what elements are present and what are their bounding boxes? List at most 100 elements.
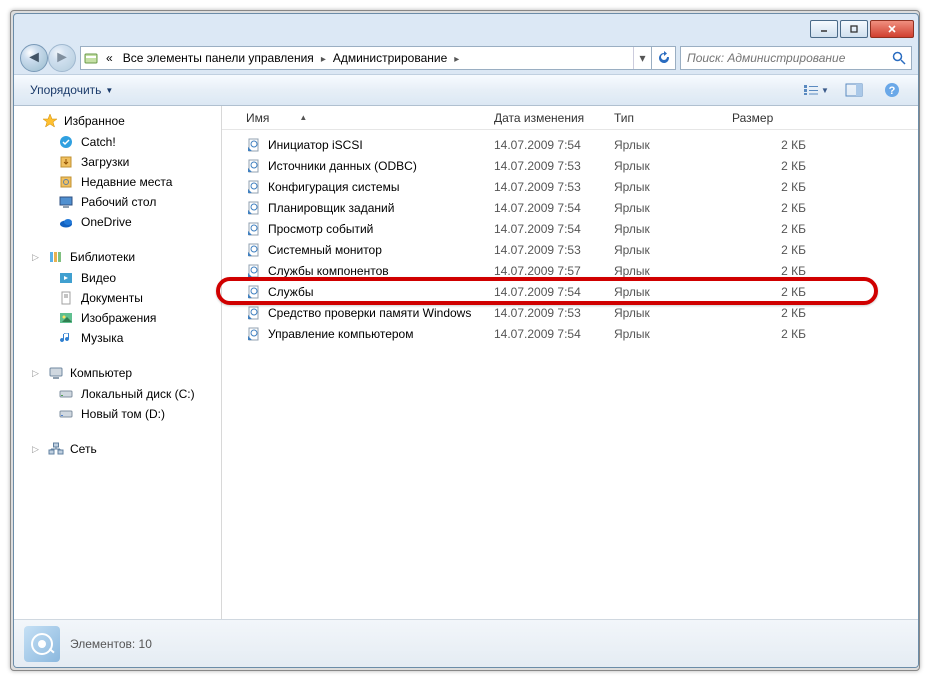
computer-icon [48,365,64,381]
breadcrumb-separator-icon [452,51,461,65]
preview-pane-button[interactable] [836,78,872,102]
sidebar-item-libraries-3[interactable]: Музыка [14,328,221,348]
column-size[interactable]: Размер [724,108,814,128]
star-icon [42,113,58,129]
file-size: 2 КБ [724,201,814,215]
sidebar-group-network[interactable]: ▷ Сеть [14,438,221,460]
sidebar-item-computer-0[interactable]: Локальный диск (C:) [14,384,221,404]
toolbar: Упорядочить ▼ ▼ ? [14,74,918,106]
navigation-row: ◄ ► « Все элементы панели управления Адм… [14,42,918,74]
sidebar-computer-label: Компьютер [70,366,132,380]
file-date: 14.07.2009 7:57 [486,264,606,278]
navigation-pane: Избранное Catch! Загрузки Недавние места Ра… [14,106,222,619]
file-date: 14.07.2009 7:54 [486,201,606,215]
file-type: Ярлык [606,285,724,299]
file-type: Ярлык [606,201,724,215]
sidebar-item-label: Видео [81,271,116,285]
sidebar-group-favorites[interactable]: Избранное [14,110,221,132]
file-name: Службы [268,285,313,299]
file-date: 14.07.2009 7:53 [486,306,606,320]
status-bar: Элементов: 10 [14,619,918,667]
file-list: Инициатор iSCSI14.07.2009 7:54Ярлык2 КБИ… [222,130,918,619]
file-name: Планировщик заданий [268,201,394,215]
column-type[interactable]: Тип [606,108,724,128]
sidebar-item-label: Рабочий стол [81,195,156,209]
file-size: 2 КБ [724,285,814,299]
file-row[interactable]: Службы компонентов14.07.2009 7:57Ярлык2 … [238,260,918,281]
recent-icon [58,174,74,190]
sidebar-item-favorites-4[interactable]: OneDrive [14,212,221,232]
file-size: 2 КБ [724,327,814,341]
sidebar-item-label: Catch! [81,135,116,149]
shortcut-icon [246,326,262,342]
nav-back-button[interactable]: ◄ [20,44,48,72]
view-options-button[interactable]: ▼ [798,78,834,102]
file-row[interactable]: Системный монитор14.07.2009 7:53Ярлык2 К… [238,239,918,260]
breadcrumb-parent[interactable]: Все элементы панели управления [118,47,319,69]
svg-text:?: ? [889,85,896,97]
desktop-icon [58,194,74,210]
expander-icon: ▷ [32,368,42,379]
file-size: 2 КБ [724,180,814,194]
organize-label: Упорядочить [30,83,101,97]
address-bar[interactable]: « Все элементы панели управления Админис… [80,46,676,70]
pictures-icon [58,310,74,326]
downloads-icon [58,154,74,170]
file-row[interactable]: Источники данных (ODBC)14.07.2009 7:53Яр… [238,155,918,176]
close-button[interactable] [870,20,914,38]
file-type: Ярлык [606,243,724,257]
file-type: Ярлык [606,180,724,194]
sidebar-item-favorites-0[interactable]: Catch! [14,132,221,152]
search-icon[interactable] [887,50,911,66]
address-dropdown-button[interactable]: ▾ [633,47,651,69]
sidebar-item-libraries-1[interactable]: Документы [14,288,221,308]
sidebar-network-label: Сеть [70,442,97,456]
minimize-button[interactable] [810,20,838,38]
sidebar-item-favorites-1[interactable]: Загрузки [14,152,221,172]
file-row[interactable]: Управление компьютером14.07.2009 7:54Ярл… [238,323,918,344]
sidebar-item-favorites-3[interactable]: Рабочий стол [14,192,221,212]
sidebar-item-label: Загрузки [81,155,129,169]
file-row[interactable]: Инициатор iSCSI14.07.2009 7:54Ярлык2 КБ [238,134,918,155]
sidebar-item-libraries-0[interactable]: Видео [14,268,221,288]
sidebar-item-label: Недавние места [81,175,172,189]
help-button[interactable]: ? [874,78,910,102]
sidebar-item-libraries-2[interactable]: Изображения [14,308,221,328]
file-date: 14.07.2009 7:53 [486,180,606,194]
breadcrumb-prefix[interactable]: « [101,47,118,69]
refresh-button[interactable] [651,47,675,69]
file-date: 14.07.2009 7:54 [486,285,606,299]
expander-icon: ▷ [32,444,42,455]
search-box[interactable] [680,46,912,70]
sidebar-item-computer-1[interactable]: Новый том (D:) [14,404,221,424]
file-row[interactable]: Конфигурация системы14.07.2009 7:53Ярлык… [238,176,918,197]
sidebar-group-libraries[interactable]: ▷ Библиотеки [14,246,221,268]
drive-d-icon [58,406,74,422]
sidebar-group-computer[interactable]: ▷ Компьютер [14,362,221,384]
file-size: 2 КБ [724,222,814,236]
organize-button[interactable]: Упорядочить ▼ [22,79,121,101]
breadcrumb-current[interactable]: Администрирование [328,47,452,69]
file-row[interactable]: Просмотр событий14.07.2009 7:54Ярлык2 КБ [238,218,918,239]
libraries-icon [48,249,64,265]
column-name[interactable]: Имя▲ [238,108,486,128]
file-type: Ярлык [606,327,724,341]
file-size: 2 КБ [724,159,814,173]
sort-ascending-icon: ▲ [299,113,307,122]
file-type: Ярлык [606,306,724,320]
file-row[interactable]: Службы 14.07.2009 7:54Ярлык2 КБ [238,281,918,302]
status-icon [24,626,60,662]
nav-forward-button[interactable]: ► [48,44,76,72]
column-date[interactable]: Дата изменения [486,108,606,128]
video-icon [58,270,74,286]
file-row[interactable]: Средство проверки памяти Windows 14.07.20… [238,302,918,323]
file-row[interactable]: Планировщик заданий 14.07.2009 7:54Ярлык2… [238,197,918,218]
file-name: Средство проверки памяти Windows [268,306,471,320]
maximize-button[interactable] [840,20,868,38]
file-date: 14.07.2009 7:54 [486,327,606,341]
search-input[interactable] [681,51,887,65]
file-name: Службы компонентов [268,264,389,278]
file-type: Ярлык [606,159,724,173]
music-icon [58,330,74,346]
sidebar-item-favorites-2[interactable]: Недавние места [14,172,221,192]
